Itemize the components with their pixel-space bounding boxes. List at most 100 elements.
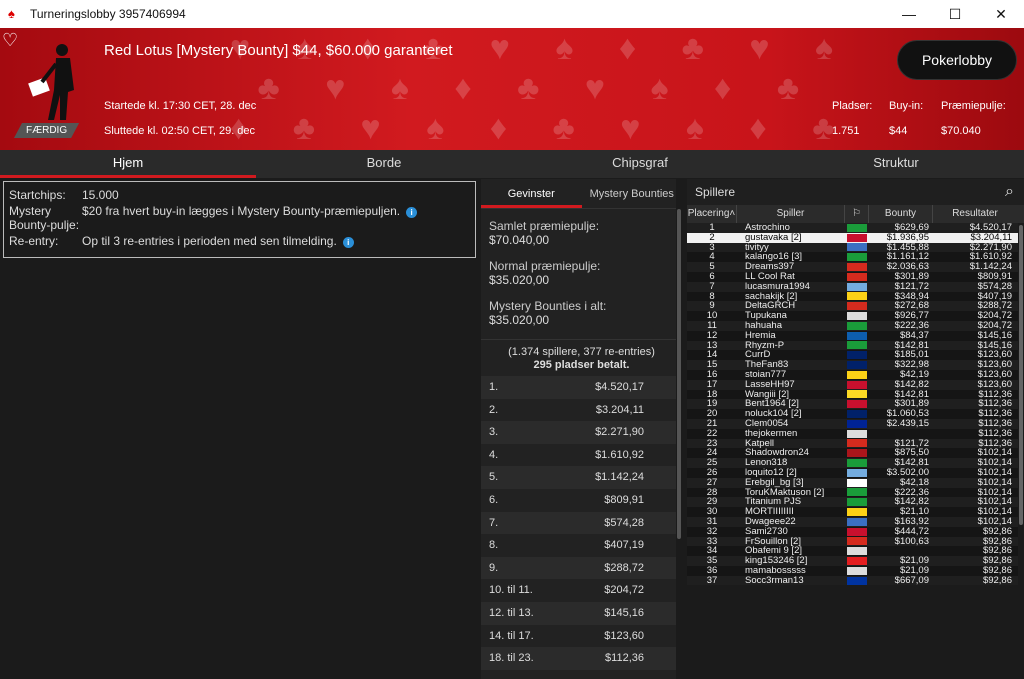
close-button[interactable]: ✕ xyxy=(978,0,1024,28)
player-row[interactable]: 6 LL Cool Rat $301,89 $809,91 xyxy=(687,272,1024,282)
country-flag-icon xyxy=(847,498,867,507)
payout-row: 7. $574,28 xyxy=(481,511,682,535)
info-icon[interactable]: i xyxy=(406,207,418,218)
player-name: CurrD xyxy=(745,350,771,361)
player-row[interactable]: 14 CurrD $185,01 $123,60 xyxy=(687,350,1024,361)
main-tabs: Hjem Borde Chipsgraf Struktur xyxy=(0,150,1024,178)
country-flag-icon xyxy=(847,282,867,291)
player-row[interactable]: 17 LasseHH97 $142,82 $123,60 xyxy=(687,379,1024,390)
player-name: lucasmura1994 xyxy=(745,281,810,292)
player-row[interactable]: 32 Sami2730 $444,72 $92,86 xyxy=(687,526,1024,537)
payout-amount: $2.271,90 xyxy=(595,426,644,439)
player-row[interactable]: 36 mamabosssss $21,09 $92,86 xyxy=(687,566,1024,576)
search-icon[interactable]: ⌕ xyxy=(1005,183,1014,201)
player-row[interactable]: 34 Obafemi 9 [2] $92,86 xyxy=(687,546,1024,557)
player-row[interactable]: 20 noluck104 [2] $1.060,53 $112,36 xyxy=(687,409,1024,419)
player-row[interactable]: 19 Bent1964 [2] $301,89 $112,36 xyxy=(687,399,1024,410)
player-row[interactable]: 7 lucasmura1994 $121,72 $574,28 xyxy=(687,281,1024,292)
payout-amount: $3.204,11 xyxy=(595,403,644,416)
player-row[interactable]: 26 loquito12 [2] $3.502,00 $102,14 xyxy=(687,468,1024,478)
player-name: king153246 [2] xyxy=(745,556,808,566)
player-row[interactable]: 11 hahuaha $222,36 $204,72 xyxy=(687,321,1024,331)
tournament-info: Startchips: 15.000 Mystery Bounty-pulje: $… xyxy=(3,181,476,258)
player-name: tivityy xyxy=(745,242,769,253)
maximize-button[interactable]: ☐ xyxy=(932,0,978,28)
player-name: Katpell xyxy=(745,438,775,449)
tab-chipgraph[interactable]: Chipsgraf xyxy=(512,150,768,178)
player-row[interactable]: 25 Lenon318 $142,81 $102,14 xyxy=(687,458,1024,468)
player-row[interactable]: 35 king153246 [2] $21,09 $92,86 xyxy=(687,556,1024,566)
payout-amount: $407,19 xyxy=(604,539,644,552)
player-row[interactable]: 28 ToruKMaktuson [2] $222,36 $102,14 xyxy=(687,487,1024,498)
col-bounty[interactable]: Bounty xyxy=(869,205,933,223)
player-row[interactable]: 8 sachakijk [2] $348,94 $407,19 xyxy=(687,291,1024,302)
info-icon[interactable]: i xyxy=(342,237,354,248)
country-flag-icon xyxy=(847,312,867,321)
player-name: LasseHH97 xyxy=(745,379,795,390)
player-row[interactable]: 37 Socc3rman13 $667,09 $92,86 xyxy=(687,575,1024,586)
col-player[interactable]: Spiller xyxy=(737,205,845,223)
payout-place: 7. xyxy=(489,516,499,529)
mystery-label: Mystery Bounty-pulje: xyxy=(9,204,80,232)
player-bounty: $2.439,15 xyxy=(886,417,929,429)
country-flag-icon xyxy=(847,243,867,252)
pokerstars-logo-icon: ♠ xyxy=(8,6,15,21)
buyin-value: $44 xyxy=(889,125,908,137)
tab-structure[interactable]: Struktur xyxy=(768,150,1024,178)
payout-row: 2. $3.204,11 xyxy=(481,398,682,422)
player-name: stoian777 xyxy=(745,369,787,380)
seats-label: Pladser: xyxy=(832,100,873,112)
player-row[interactable]: 13 Rhyzm-P $142,81 $145,16 xyxy=(687,340,1024,351)
startchips-value: 15.000 xyxy=(82,188,119,202)
country-flag-icon xyxy=(847,547,867,556)
player-row[interactable]: 30 MORTIIIIIIII $21,10 $102,14 xyxy=(687,507,1024,517)
payout-amount: $4.520,17 xyxy=(595,381,644,393)
payout-amount: $112,36 xyxy=(605,652,644,665)
player-row[interactable]: 29 Titanium PJS $142,82 $102,14 xyxy=(687,497,1024,508)
player-name: hahuaha xyxy=(745,320,782,331)
mystery-pool-label: Mystery Bounties i alt: xyxy=(489,299,607,313)
payout-list: 1. $4.520,17 2. $3.204,11 3. $2.271,90 4. $1.61… xyxy=(481,376,682,670)
col-place[interactable]: Placering˄ xyxy=(687,205,737,223)
payout-place: 14. til 17. xyxy=(489,629,534,642)
favorite-heart-icon[interactable]: ♡ xyxy=(2,30,18,51)
total-pool-value: $70.040,00 xyxy=(489,233,550,247)
player-row[interactable]: 27 Erebgil_bg [3] $42,18 $102,14 xyxy=(687,477,1024,488)
payout-row: 8. $407,19 xyxy=(481,534,682,557)
player-row[interactable]: 31 Dwageee22 $163,92 $102,14 xyxy=(687,517,1024,527)
mystery-value: $20 fra hvert buy-in lægges i Mystery Bo… xyxy=(82,204,401,218)
tab-tables[interactable]: Borde xyxy=(256,150,512,178)
player-row[interactable]: 5 Dreams397 $2.036,63 $1.142,24 xyxy=(687,262,1024,272)
payout-place: 2. xyxy=(489,403,499,416)
player-row[interactable]: 9 DeltaGRCH $272,68 $288,72 xyxy=(687,301,1024,312)
pokerlobby-button[interactable]: Pokerlobby xyxy=(897,40,1017,80)
player-row[interactable]: 12 Hremia $84,37 $145,16 xyxy=(687,330,1024,341)
col-result[interactable]: Resultater xyxy=(933,205,1017,223)
flag-column-icon[interactable]: ⚐ xyxy=(845,205,869,223)
players-scrollbar[interactable] xyxy=(1018,223,1024,679)
payout-row: 18. til 23. $112,36 xyxy=(481,647,682,670)
player-row[interactable]: 18 Wangiii [2] $142,81 $112,36 xyxy=(687,389,1024,400)
country-flag-icon xyxy=(847,302,867,311)
player-row[interactable]: 23 Katpell $121,72 $112,36 xyxy=(687,438,1024,449)
country-flag-icon xyxy=(847,410,867,419)
tab-winnings[interactable]: Gevinster xyxy=(481,179,582,208)
player-row[interactable]: 16 stoian777 $42,19 $123,60 xyxy=(687,370,1024,380)
player-row[interactable]: 15 TheFan83 $322,98 $123,60 xyxy=(687,360,1024,370)
player-row[interactable]: 10 Tupukana $926,77 $204,72 xyxy=(687,311,1024,321)
payout-row: 10. til 11. $204,72 xyxy=(481,579,682,602)
payout-place: 10. til 11. xyxy=(489,584,533,597)
payout-row: 3. $2.271,90 xyxy=(481,421,682,444)
country-flag-icon xyxy=(847,253,867,262)
player-name: FrSouillon [2] xyxy=(745,536,801,547)
payout-place: 9. xyxy=(489,561,499,574)
winnings-scrollbar[interactable] xyxy=(676,179,682,679)
payout-row: 4. $1.610,92 xyxy=(481,443,682,467)
player-row[interactable]: 22 thejokermen $112,36 xyxy=(687,428,1024,439)
player-row[interactable]: 21 Clem0054 $2.439,15 $112,36 xyxy=(687,419,1024,429)
tab-home[interactable]: Hjem xyxy=(0,150,256,178)
player-row[interactable]: 24 Shadowdron24 $875,50 $102,14 xyxy=(687,448,1024,459)
minimize-button[interactable]: — xyxy=(886,0,932,28)
player-row[interactable]: 33 FrSouillon [2] $100,63 $92,86 xyxy=(687,536,1024,547)
tab-mystery-bounties[interactable]: Mystery Bounties xyxy=(582,179,683,208)
